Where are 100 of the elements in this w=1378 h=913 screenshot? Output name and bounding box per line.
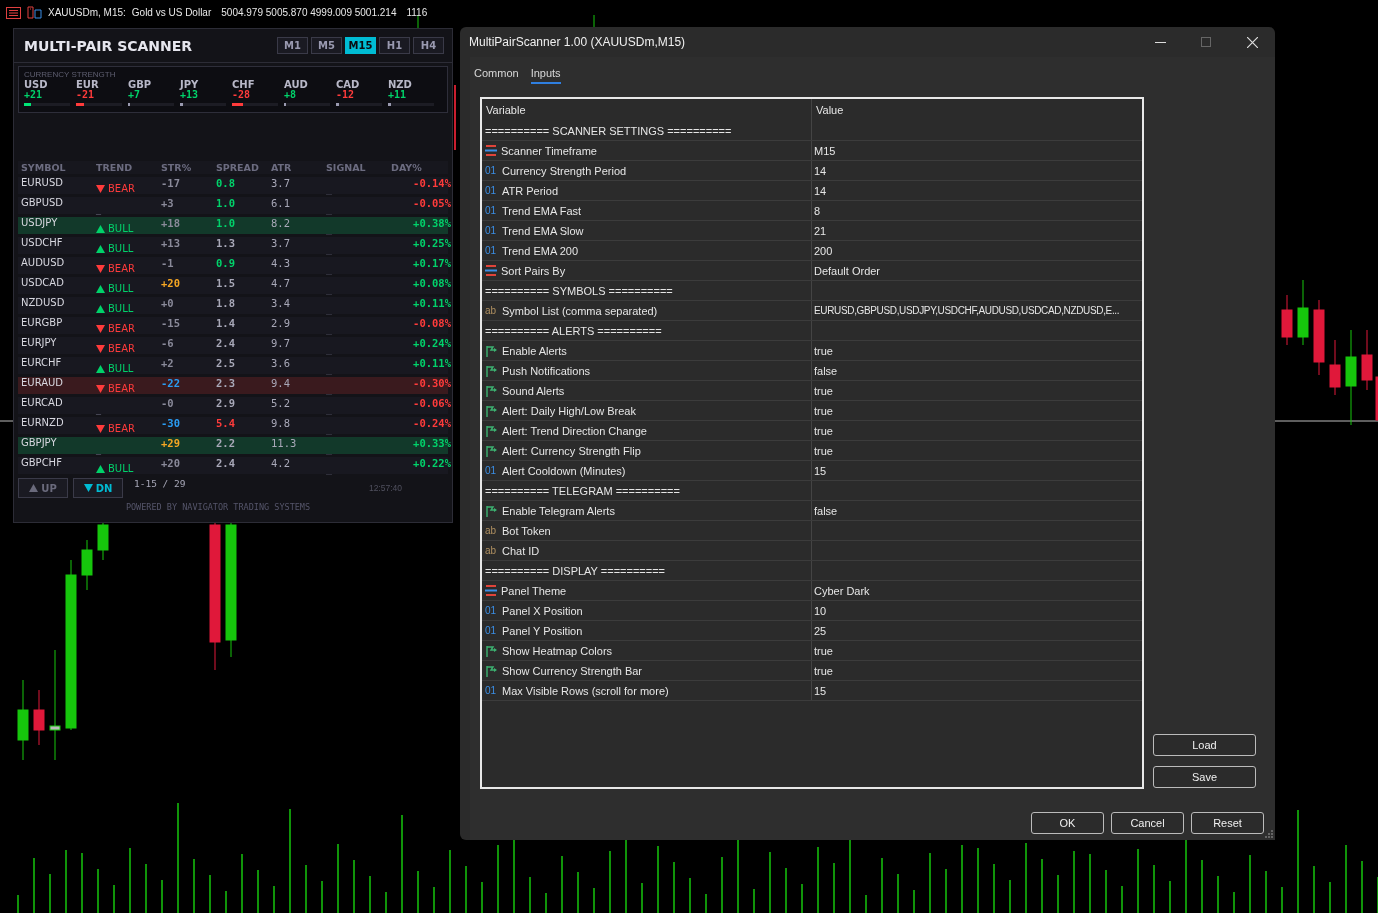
value-cell[interactable]: 14 xyxy=(814,184,827,197)
dialog-button[interactable]: Reset xyxy=(1191,812,1264,834)
value-cell[interactable]: 14 xyxy=(814,164,827,177)
integer-type-icon: 01 xyxy=(485,685,498,696)
atr-cell: 4.2 xyxy=(271,457,290,469)
strength-value: +11 xyxy=(388,90,407,100)
chart-quote: 5004.979 5005.870 4999.009 5001.214 xyxy=(221,7,397,18)
atr-cell: 4.3 xyxy=(271,257,290,269)
strength-cell: +0 xyxy=(161,297,174,309)
trend-cell-text: _ xyxy=(96,443,102,454)
value-cell[interactable]: 10 xyxy=(814,604,827,617)
trend-cell: BULL xyxy=(96,223,161,234)
day-change-cell: +0.17% xyxy=(413,257,451,269)
maximize-icon[interactable] xyxy=(1201,37,1211,47)
value-cell[interactable]: true xyxy=(814,444,833,457)
symbol-cell-text: GBPUSD xyxy=(21,197,64,208)
signal-cell-text: _ xyxy=(326,183,334,194)
timeframe-button[interactable]: H1 xyxy=(379,37,410,54)
dialog-tab[interactable]: Inputs xyxy=(530,67,561,84)
value-cell[interactable]: true xyxy=(814,424,833,437)
integer-type-icon: 01 xyxy=(485,465,498,476)
spread-cell: 2.4 xyxy=(216,337,235,349)
timeframe-button[interactable]: M5 xyxy=(311,37,342,54)
value-cell[interactable]: Cyber Dark xyxy=(814,584,870,597)
signal-cell-text: _ xyxy=(326,203,334,214)
down-triangle-icon xyxy=(83,484,93,492)
value-cell[interactable]: true xyxy=(814,664,833,677)
currency-code: EUR xyxy=(76,79,100,90)
resize-grip-icon[interactable] xyxy=(1265,830,1273,838)
value-cell[interactable]: 8 xyxy=(814,204,821,217)
trend-cell: BULL xyxy=(96,303,161,314)
day-change-cell: +0.25% xyxy=(413,237,451,249)
atr-cell: 6.1 xyxy=(271,197,290,209)
value-cell[interactable]: Default Order xyxy=(814,264,881,277)
chart-description: Gold vs US Dollar xyxy=(131,7,212,18)
atr-cell: 8.2 xyxy=(271,217,290,229)
flag-arrow-icon xyxy=(485,364,498,377)
day-change-cell: +0.38% xyxy=(413,217,451,229)
minimize-icon[interactable] xyxy=(1154,41,1166,43)
down-triangle-icon xyxy=(96,344,105,353)
value-cell[interactable]: true xyxy=(814,404,833,417)
page-counter: 1-15 / 29 xyxy=(134,478,186,489)
currency-code: AUD xyxy=(284,79,309,90)
integer-type-icon: 01 xyxy=(485,185,498,196)
value-cell[interactable]: 25 xyxy=(814,624,827,637)
value-cell[interactable]: 15 xyxy=(814,464,827,477)
candle xyxy=(81,539,93,591)
trend-cell: BEAR xyxy=(96,323,161,334)
timeframe-button[interactable]: M15 xyxy=(345,37,376,54)
strength-cell: +13 xyxy=(161,237,180,249)
value-cell[interactable]: false xyxy=(814,364,838,377)
variable-cell: Show Heatmap Colors xyxy=(482,641,811,660)
candle xyxy=(33,689,45,746)
value-cell[interactable]: 200 xyxy=(814,244,833,257)
value-cell[interactable]: 21 xyxy=(814,224,827,237)
variable-cell: Show Currency Strength Bar xyxy=(482,661,811,680)
dialog-button[interactable]: Cancel xyxy=(1111,812,1184,834)
variable-cell-text: ab Chat ID xyxy=(484,543,541,559)
trend-cell: BEAR xyxy=(96,423,161,434)
down-triangle-icon xyxy=(96,184,105,193)
value-cell[interactable]: M15 xyxy=(814,144,836,157)
value-cell[interactable]: true xyxy=(814,344,833,357)
timeframe-button[interactable]: H4 xyxy=(413,37,444,54)
spread-cell: 2.5 xyxy=(216,357,235,369)
side-button[interactable]: Load xyxy=(1153,734,1256,756)
day-change-cell: +0.11% xyxy=(413,297,451,309)
scroll-down-button[interactable]: DN xyxy=(73,478,123,498)
trend-cell: BULL xyxy=(96,363,161,374)
section-header: ========== ALERTS ========== xyxy=(484,323,663,339)
atr-cell: 9.7 xyxy=(271,337,290,349)
trend-cell: BULL xyxy=(96,283,161,294)
day-change-cell: +0.24% xyxy=(413,337,451,349)
value-cell[interactable]: true xyxy=(814,384,833,397)
candle xyxy=(1375,376,1378,421)
variable-cell-text: 01 Trend EMA Slow xyxy=(484,223,585,239)
timeframe-button[interactable]: M1 xyxy=(277,37,308,54)
atr-cell: 11.3 xyxy=(271,437,297,449)
value-cell[interactable]: false xyxy=(814,504,838,517)
variable-cell-text: ab Symbol List (comma separated) xyxy=(484,303,659,319)
value-cell[interactable]: 15 xyxy=(814,684,827,697)
up-triangle-icon xyxy=(96,284,105,293)
dialog-tab[interactable]: Common xyxy=(474,67,519,84)
variable-cell: Alert: Daily High/Low Break xyxy=(482,401,811,420)
strength-cell: +29 xyxy=(161,437,180,449)
strength-cell: -22 xyxy=(161,377,180,389)
column-header: SIGNAL xyxy=(326,162,367,173)
variable-cell: Panel Theme xyxy=(482,581,811,600)
close-icon[interactable] xyxy=(1246,36,1258,48)
down-triangle-icon xyxy=(96,424,105,433)
trend-cell-text: _ xyxy=(96,403,102,414)
currency-code: USD xyxy=(24,79,49,90)
chart-window-icon xyxy=(27,6,42,19)
atr-cell: 3.7 xyxy=(271,177,290,189)
value-cell[interactable]: EURUSD,GBPUSD,USDJPY,USDCHF,AUDUSD,USDCAD,NZDUSD,E... xyxy=(814,305,1120,316)
side-button[interactable]: Save xyxy=(1153,766,1256,788)
signal-cell-text: _ xyxy=(326,363,334,374)
up-triangle-icon xyxy=(96,364,105,373)
strength-cell: +3 xyxy=(161,197,174,209)
dialog-button[interactable]: OK xyxy=(1031,812,1104,834)
value-cell[interactable]: true xyxy=(814,644,833,657)
